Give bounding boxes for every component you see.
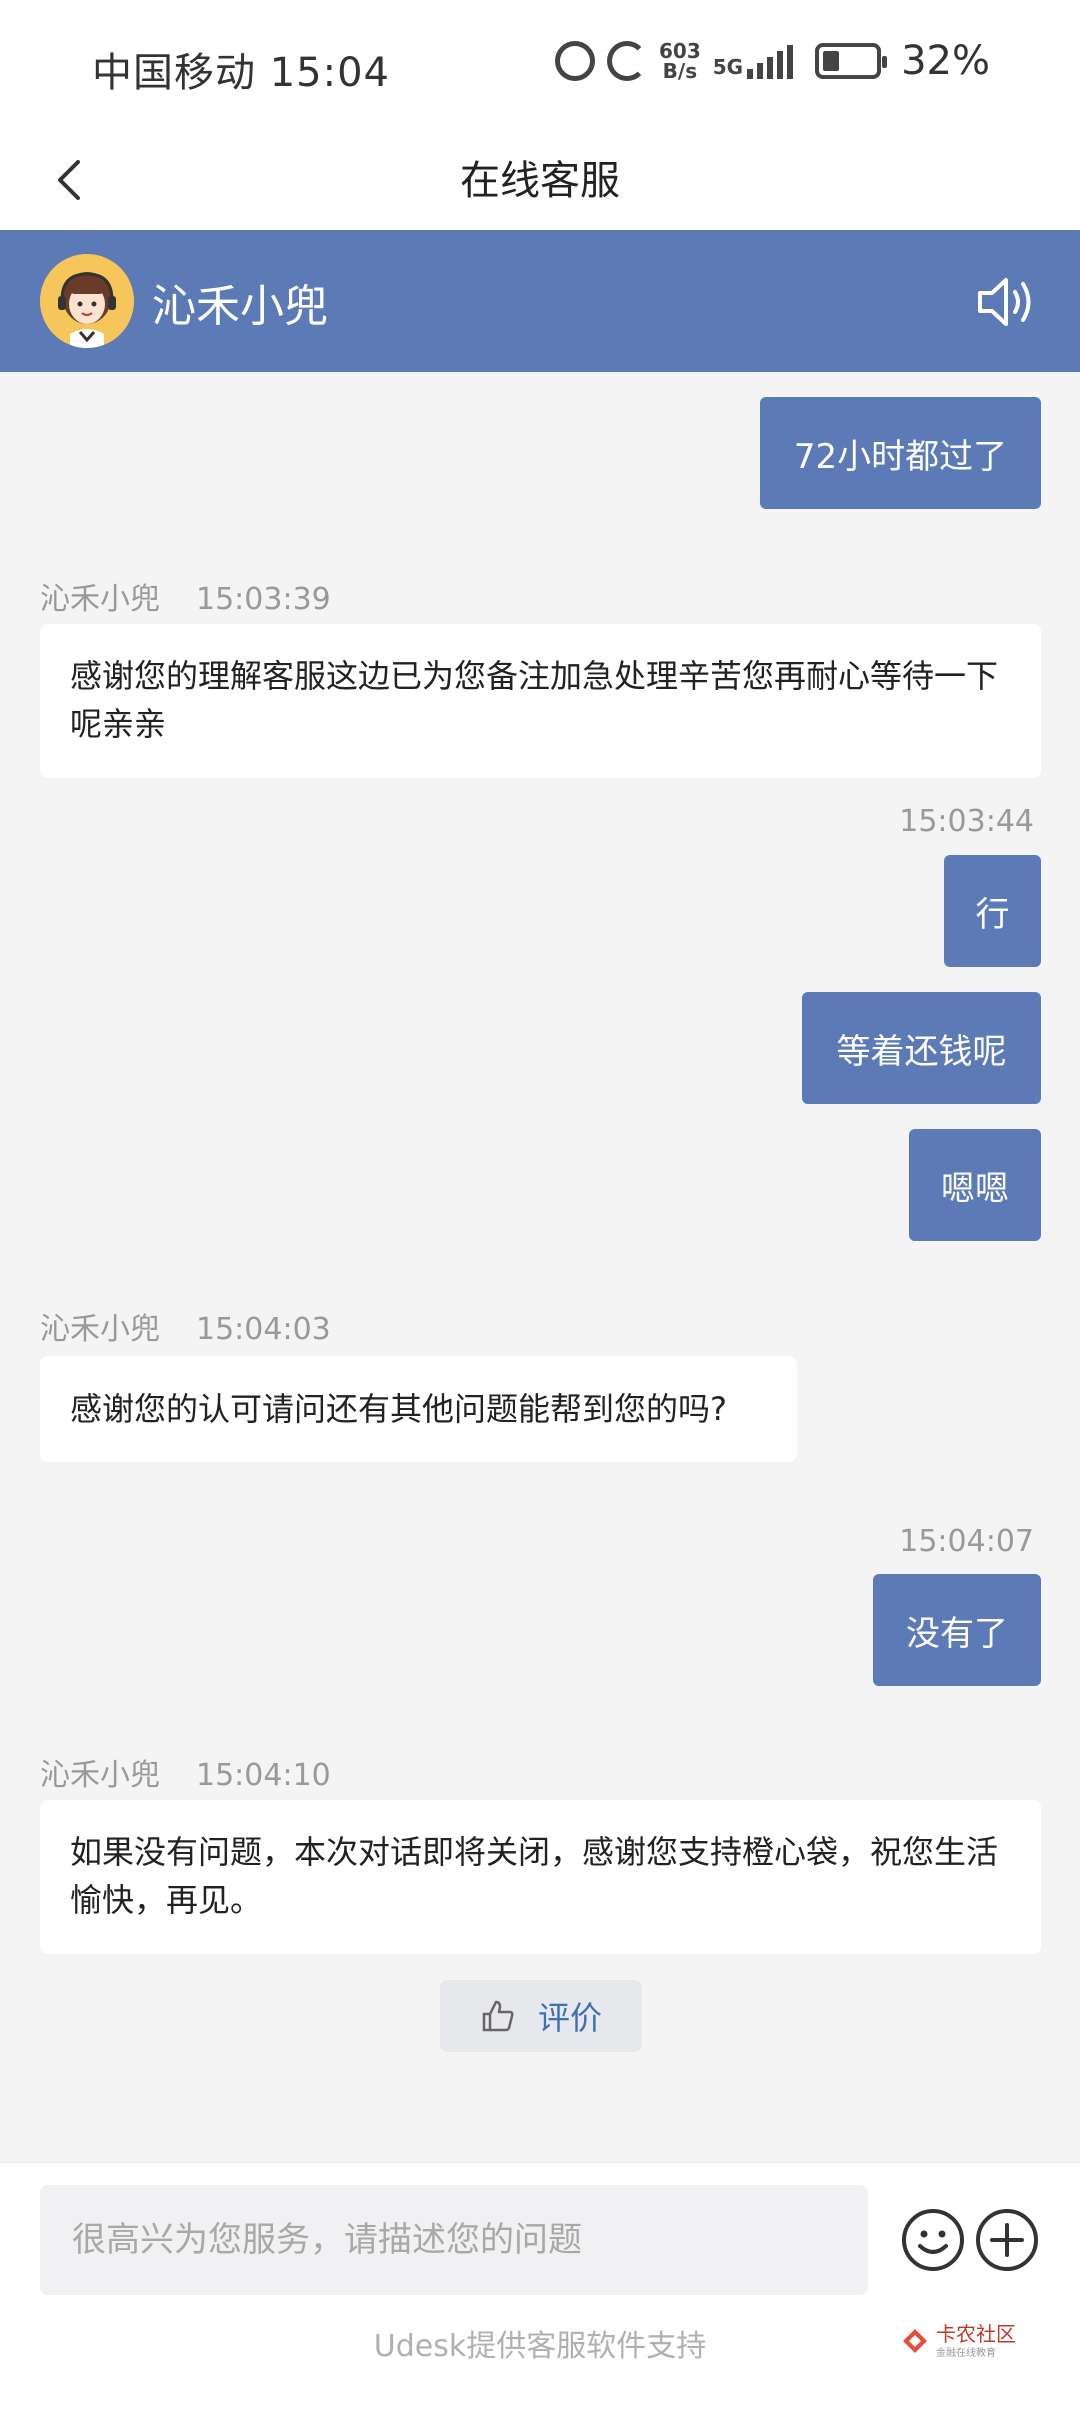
- title-bar: 在线客服: [0, 130, 1080, 230]
- watermark-text: 卡农社区 金融在线教育: [936, 2324, 1016, 2359]
- data-saver-icon: [555, 41, 595, 81]
- watermark-title: 卡农社区: [936, 2321, 1016, 2346]
- emoji-button[interactable]: [900, 2207, 966, 2273]
- message-text: 感谢您的认可请问还有其他问题能帮到您的吗?: [70, 1390, 727, 1428]
- user-message[interactable]: 没有了: [873, 1574, 1041, 1686]
- battery-icon: [815, 43, 888, 79]
- message-text: 行: [975, 894, 1010, 935]
- agent-message-meta: 沁禾小兜 15:04:03: [40, 1304, 331, 1348]
- message-text: 如果没有问题，本次对话即将关闭，感谢您支持橙心袋，祝您生活愉快，再见。: [70, 1833, 999, 1919]
- agent-header: 沁禾小兜: [0, 230, 1080, 372]
- network-indicator: 5G: [712, 43, 794, 79]
- message-text: 72小时都过了: [793, 436, 1008, 477]
- message-time: 15:04:03: [196, 1312, 331, 1347]
- status-icons: 603 B/s 5G 32%: [555, 38, 990, 84]
- status-bar: 中国移动 15:04 603 B/s 5G 32%: [0, 0, 1080, 130]
- message-text: 嗯嗯: [941, 1168, 1009, 1209]
- agent-message[interactable]: 感谢您的理解客服这边已为您备注加急处理辛苦您再耐心等待一下呢亲亲: [40, 624, 1041, 778]
- watermark: 卡农社区 金融在线教育: [900, 2318, 1022, 2364]
- agent-message-meta: 沁禾小兜 15:04:10: [40, 1750, 331, 1794]
- plus-icon: [976, 2209, 1038, 2271]
- sender-name: 沁禾小兜: [40, 1312, 160, 1347]
- user-message[interactable]: 行: [944, 855, 1041, 967]
- carrier-time: 中国移动 15:04: [92, 50, 390, 96]
- agent-message-meta: 沁禾小兜 15:03:39: [40, 574, 331, 618]
- watermark-subtitle: 金融在线教育: [936, 2347, 996, 2359]
- net-speed-unit: B/s: [662, 59, 698, 83]
- page-title: 在线客服: [460, 158, 620, 204]
- watermark-logo-icon: [903, 2329, 927, 2353]
- speaker-button[interactable]: [972, 268, 1040, 336]
- rate-label: 评价: [537, 1999, 602, 2037]
- message-input[interactable]: [40, 2185, 868, 2295]
- message-text: 等着还钱呢: [836, 1031, 1007, 1072]
- speaker-icon: [978, 278, 1031, 326]
- plus-button[interactable]: [974, 2207, 1040, 2273]
- signal-icon: [747, 43, 794, 79]
- composer: Udesk提供客服软件支持 卡农社区 金融在线教育: [0, 2162, 1080, 2413]
- net-speed-value: 603: [659, 39, 701, 63]
- sender-name: 沁禾小兜: [40, 582, 160, 617]
- message-text: 没有了: [906, 1613, 1008, 1654]
- user-message[interactable]: 嗯嗯: [909, 1129, 1041, 1241]
- agent-avatar-icon: [40, 254, 134, 348]
- message-time: 15:04:10: [196, 1758, 331, 1793]
- battery-fill: [823, 51, 840, 71]
- agent-name: 沁禾小兜: [152, 281, 328, 332]
- chat-area[interactable]: 72小时都过了 沁禾小兜 15:03:39 感谢您的理解客服这边已为您备注加急处理…: [0, 372, 1080, 2162]
- message-text: 感谢您的理解客服这边已为您备注加急处理辛苦您再耐心等待一下呢亲亲: [70, 657, 999, 743]
- agent-avatar: [40, 254, 134, 348]
- agent-message[interactable]: 感谢您的认可请问还有其他问题能帮到您的吗?: [40, 1356, 797, 1462]
- message-time: 15:04:07: [899, 1524, 1034, 1559]
- sender-name: 沁禾小兜: [40, 1758, 160, 1793]
- thumbs-up-icon: [482, 2000, 514, 2032]
- net-speed: 603 B/s: [659, 41, 701, 81]
- battery-percent: 32%: [901, 38, 990, 84]
- network-type: 5G: [712, 55, 744, 79]
- speedometer-icon: [607, 41, 647, 81]
- agent-message[interactable]: 如果没有问题，本次对话即将关闭，感谢您支持橙心袋，祝您生活愉快，再见。: [40, 1800, 1041, 1954]
- user-message[interactable]: 72小时都过了: [760, 397, 1041, 509]
- rate-button[interactable]: 评价: [440, 1980, 642, 2052]
- message-time: 15:03:39: [196, 582, 331, 617]
- message-time: 15:03:44: [899, 804, 1034, 839]
- user-message[interactable]: 等着还钱呢: [802, 992, 1041, 1104]
- emoji-icon: [902, 2209, 964, 2271]
